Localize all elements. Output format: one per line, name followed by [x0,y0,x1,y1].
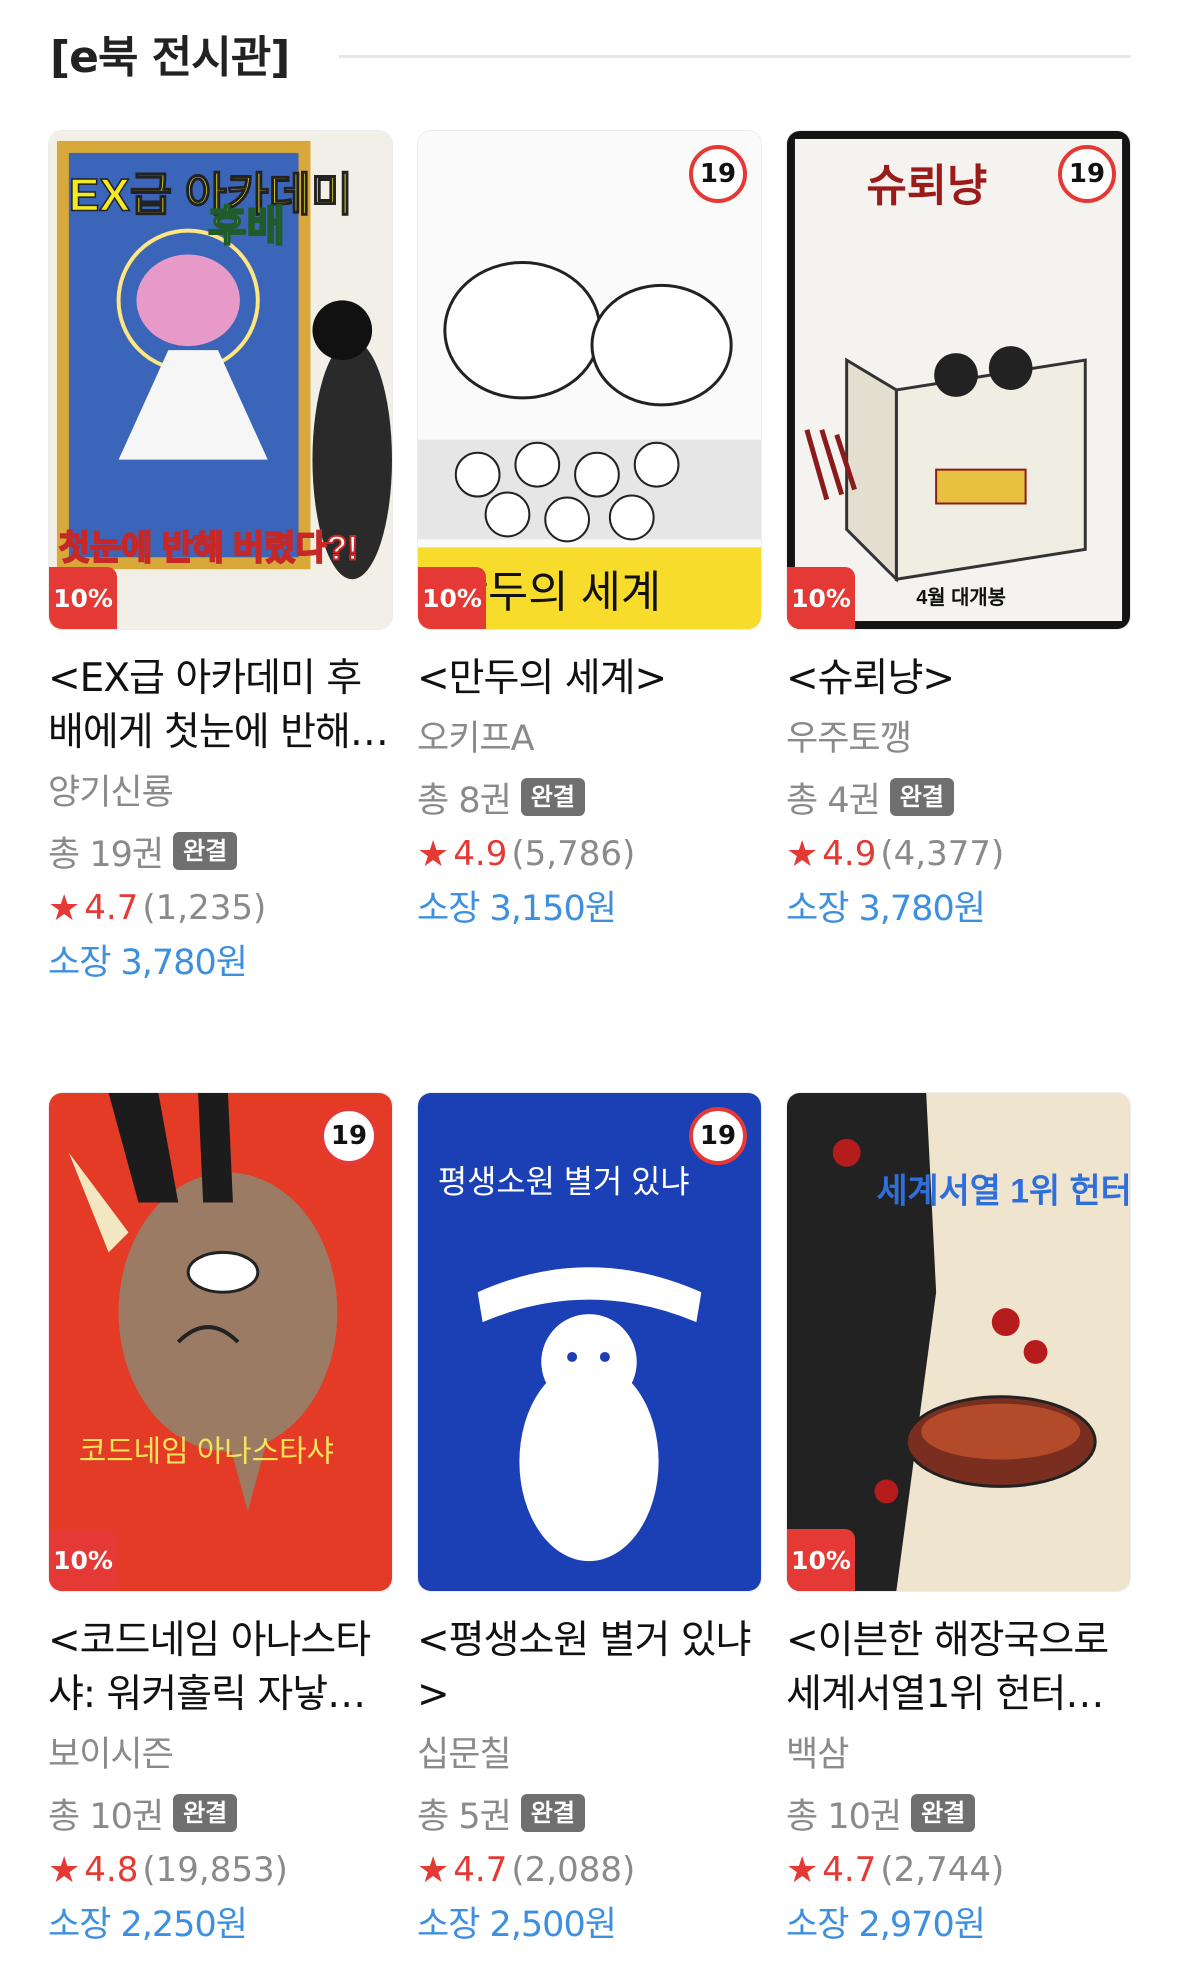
section-header: [e북 전시관] [50,18,1131,88]
rating-count: (2,744) [880,1850,1005,1890]
cover-illustration: 만두의 세계 [418,131,761,629]
star-icon: ★ [48,887,81,929]
volume-info: 총 10권 완결 [786,1788,1131,1838]
book-grid: EX급 아카데미 후배 첫눈에 반해 버렸다?! 10% <EX급 아카데미 후… [48,130,1132,1950]
svg-text:첫눈에 반해 버렸다?!: 첫눈에 반해 버렸다?! [59,529,358,567]
cover-illustration: EX급 아카데미 후배 첫눈에 반해 버렸다?! [49,131,392,629]
book-cover[interactable]: 슈뢰냥 4월 대개봉 19 10% [786,130,1131,630]
status-badge: 완결 [911,1794,976,1832]
cover-illustration: 코드네임 아나스타샤 [49,1093,392,1591]
volume-count: 총 10권 [48,1796,164,1837]
cover-illustration: 평생소원 별거 있냐 [418,1093,761,1591]
book-author[interactable]: 양기신룡 [48,768,393,818]
book-cover[interactable]: 코드네임 아나스타샤 19 10% [48,1092,393,1592]
svg-text:코드네임 아나스타샤: 코드네임 아나스타샤 [79,1435,334,1468]
adult-19-badge: 19 [320,1107,378,1165]
rating-count: (4,377) [880,834,1005,874]
volume-count: 총 19권 [48,834,164,875]
book-author[interactable]: 우주토깽 [786,714,1131,764]
rating: ★ 4.9 (4,377) [786,828,1131,880]
book-cover[interactable]: 평생소원 별거 있냐 19 [417,1092,762,1592]
rating-count: (5,786) [511,834,636,874]
status-badge: 완결 [173,832,238,870]
adult-19-badge: 19 [1058,145,1116,203]
book-card[interactable]: 코드네임 아나스타샤 19 10% <코드네임 아나스타샤: 워커홀릭 자낳괴>… [48,1092,393,1950]
book-author[interactable]: 보이시즌 [48,1730,393,1780]
book-author[interactable]: 백삼 [786,1730,1131,1780]
book-author[interactable]: 십문칠 [417,1730,762,1780]
discount-badge: 10% [787,567,855,629]
volume-count: 총 5권 [417,1796,512,1837]
volume-info: 총 19권 완결 [48,826,393,876]
book-title[interactable]: <만두의 세계> [417,652,762,706]
header-divider [339,54,1131,58]
price: 소장 2,970원 [786,1905,986,1945]
book-card[interactable]: 슈뢰냥 4월 대개봉 19 10% <슈뢰냥> 우주토깽 총 4권 완결 ★ 4… [786,130,1131,1092]
volume-info: 총 10권 완결 [48,1788,393,1838]
volume-count: 총 4권 [786,780,881,821]
svg-text:4월 대개봉: 4월 대개봉 [916,586,1006,609]
star-icon: ★ [786,1849,819,1891]
price: 소장 2,500원 [417,1905,617,1945]
book-title[interactable]: <EX급 아카데미 후배에게 첫눈에 반해 버렸다?!> [48,652,393,760]
book-cover[interactable]: EX급 아카데미 후배 첫눈에 반해 버렸다?! 10% [48,130,393,630]
star-icon: ★ [786,833,819,875]
volume-count: 총 10권 [786,1796,902,1837]
svg-text:슈뢰냥: 슈뢰냥 [867,162,988,211]
adult-19-badge: 19 [689,1107,747,1165]
volume-info: 총 5권 완결 [417,1788,762,1838]
adult-19-badge: 19 [689,145,747,203]
volume-count: 총 8권 [417,780,512,821]
price: 소장 3,150원 [417,889,617,929]
cover-illustration: 슈뢰냥 4월 대개봉 [787,131,1130,629]
rating-count: (2,088) [511,1850,636,1890]
star-icon: ★ [417,833,450,875]
discount-badge: 10% [787,1529,855,1591]
status-badge: 완결 [889,778,954,816]
book-card[interactable]: 만두의 세계 19 10% <만두의 세계> 오키프A 총 8권 완결 ★ 4.… [417,130,762,1092]
status-badge: 완결 [173,1794,238,1832]
book-card[interactable]: 평생소원 별거 있냐 19 <평생소원 별거 있냐> 십문칠 총 5권 완결 ★… [417,1092,762,1950]
volume-info: 총 8권 완결 [417,772,762,822]
rating-value: 4.9 [453,834,508,874]
svg-text:평생소원 별거 있냐: 평생소원 별거 있냐 [438,1164,690,1200]
svg-text:후배: 후배 [208,203,285,250]
book-card[interactable]: 세계서열 1위 헌터를 꼬시는 법 10% <이븐한 해장국으로 세계서열1위 … [786,1092,1131,1950]
book-cover[interactable]: 만두의 세계 19 10% [417,130,762,630]
book-title[interactable]: <이븐한 해장국으로 세계서열1위 헌터를 꼬시는 법> [786,1614,1131,1722]
rating-value: 4.8 [84,1850,139,1890]
price: 소장 2,250원 [48,1905,248,1945]
discount-badge: 10% [49,1529,117,1591]
discount-badge: 10% [49,567,117,629]
rating-count: (19,853) [142,1850,288,1890]
star-icon: ★ [48,1849,81,1891]
book-card[interactable]: EX급 아카데미 후배 첫눈에 반해 버렸다?! 10% <EX급 아카데미 후… [48,130,393,1092]
volume-info: 총 4권 완결 [786,772,1131,822]
book-title[interactable]: <슈뢰냥> [786,652,1131,706]
section-title: [e북 전시관] [50,32,290,83]
discount-badge: 10% [418,567,486,629]
status-badge: 완결 [520,1794,585,1832]
status-badge: 완결 [520,778,585,816]
rating: ★ 4.7 (1,235) [48,882,393,934]
rating: ★ 4.7 (2,744) [786,1844,1131,1896]
price: 소장 3,780원 [48,943,248,983]
rating-value: 4.9 [822,834,877,874]
rating: ★ 4.8 (19,853) [48,1844,393,1896]
rating-count: (1,235) [142,888,267,928]
book-cover[interactable]: 세계서열 1위 헌터를 꼬시는 법 10% [786,1092,1131,1592]
rating: ★ 4.9 (5,786) [417,828,762,880]
rating-value: 4.7 [453,1850,508,1890]
rating-value: 4.7 [84,888,139,928]
svg-text:세계서열 1위 헌터를 꼬시는 법: 세계서열 1위 헌터를 꼬시는 법 [876,1173,1130,1211]
book-title[interactable]: <코드네임 아나스타샤: 워커홀릭 자낳괴> [48,1614,393,1722]
book-author[interactable]: 오키프A [417,714,762,764]
rating-value: 4.7 [822,1850,877,1890]
price: 소장 3,780원 [786,889,986,929]
rating: ★ 4.7 (2,088) [417,1844,762,1896]
cover-illustration: 세계서열 1위 헌터를 꼬시는 법 [787,1093,1130,1591]
book-title[interactable]: <평생소원 별거 있냐> [417,1614,762,1722]
star-icon: ★ [417,1849,450,1891]
